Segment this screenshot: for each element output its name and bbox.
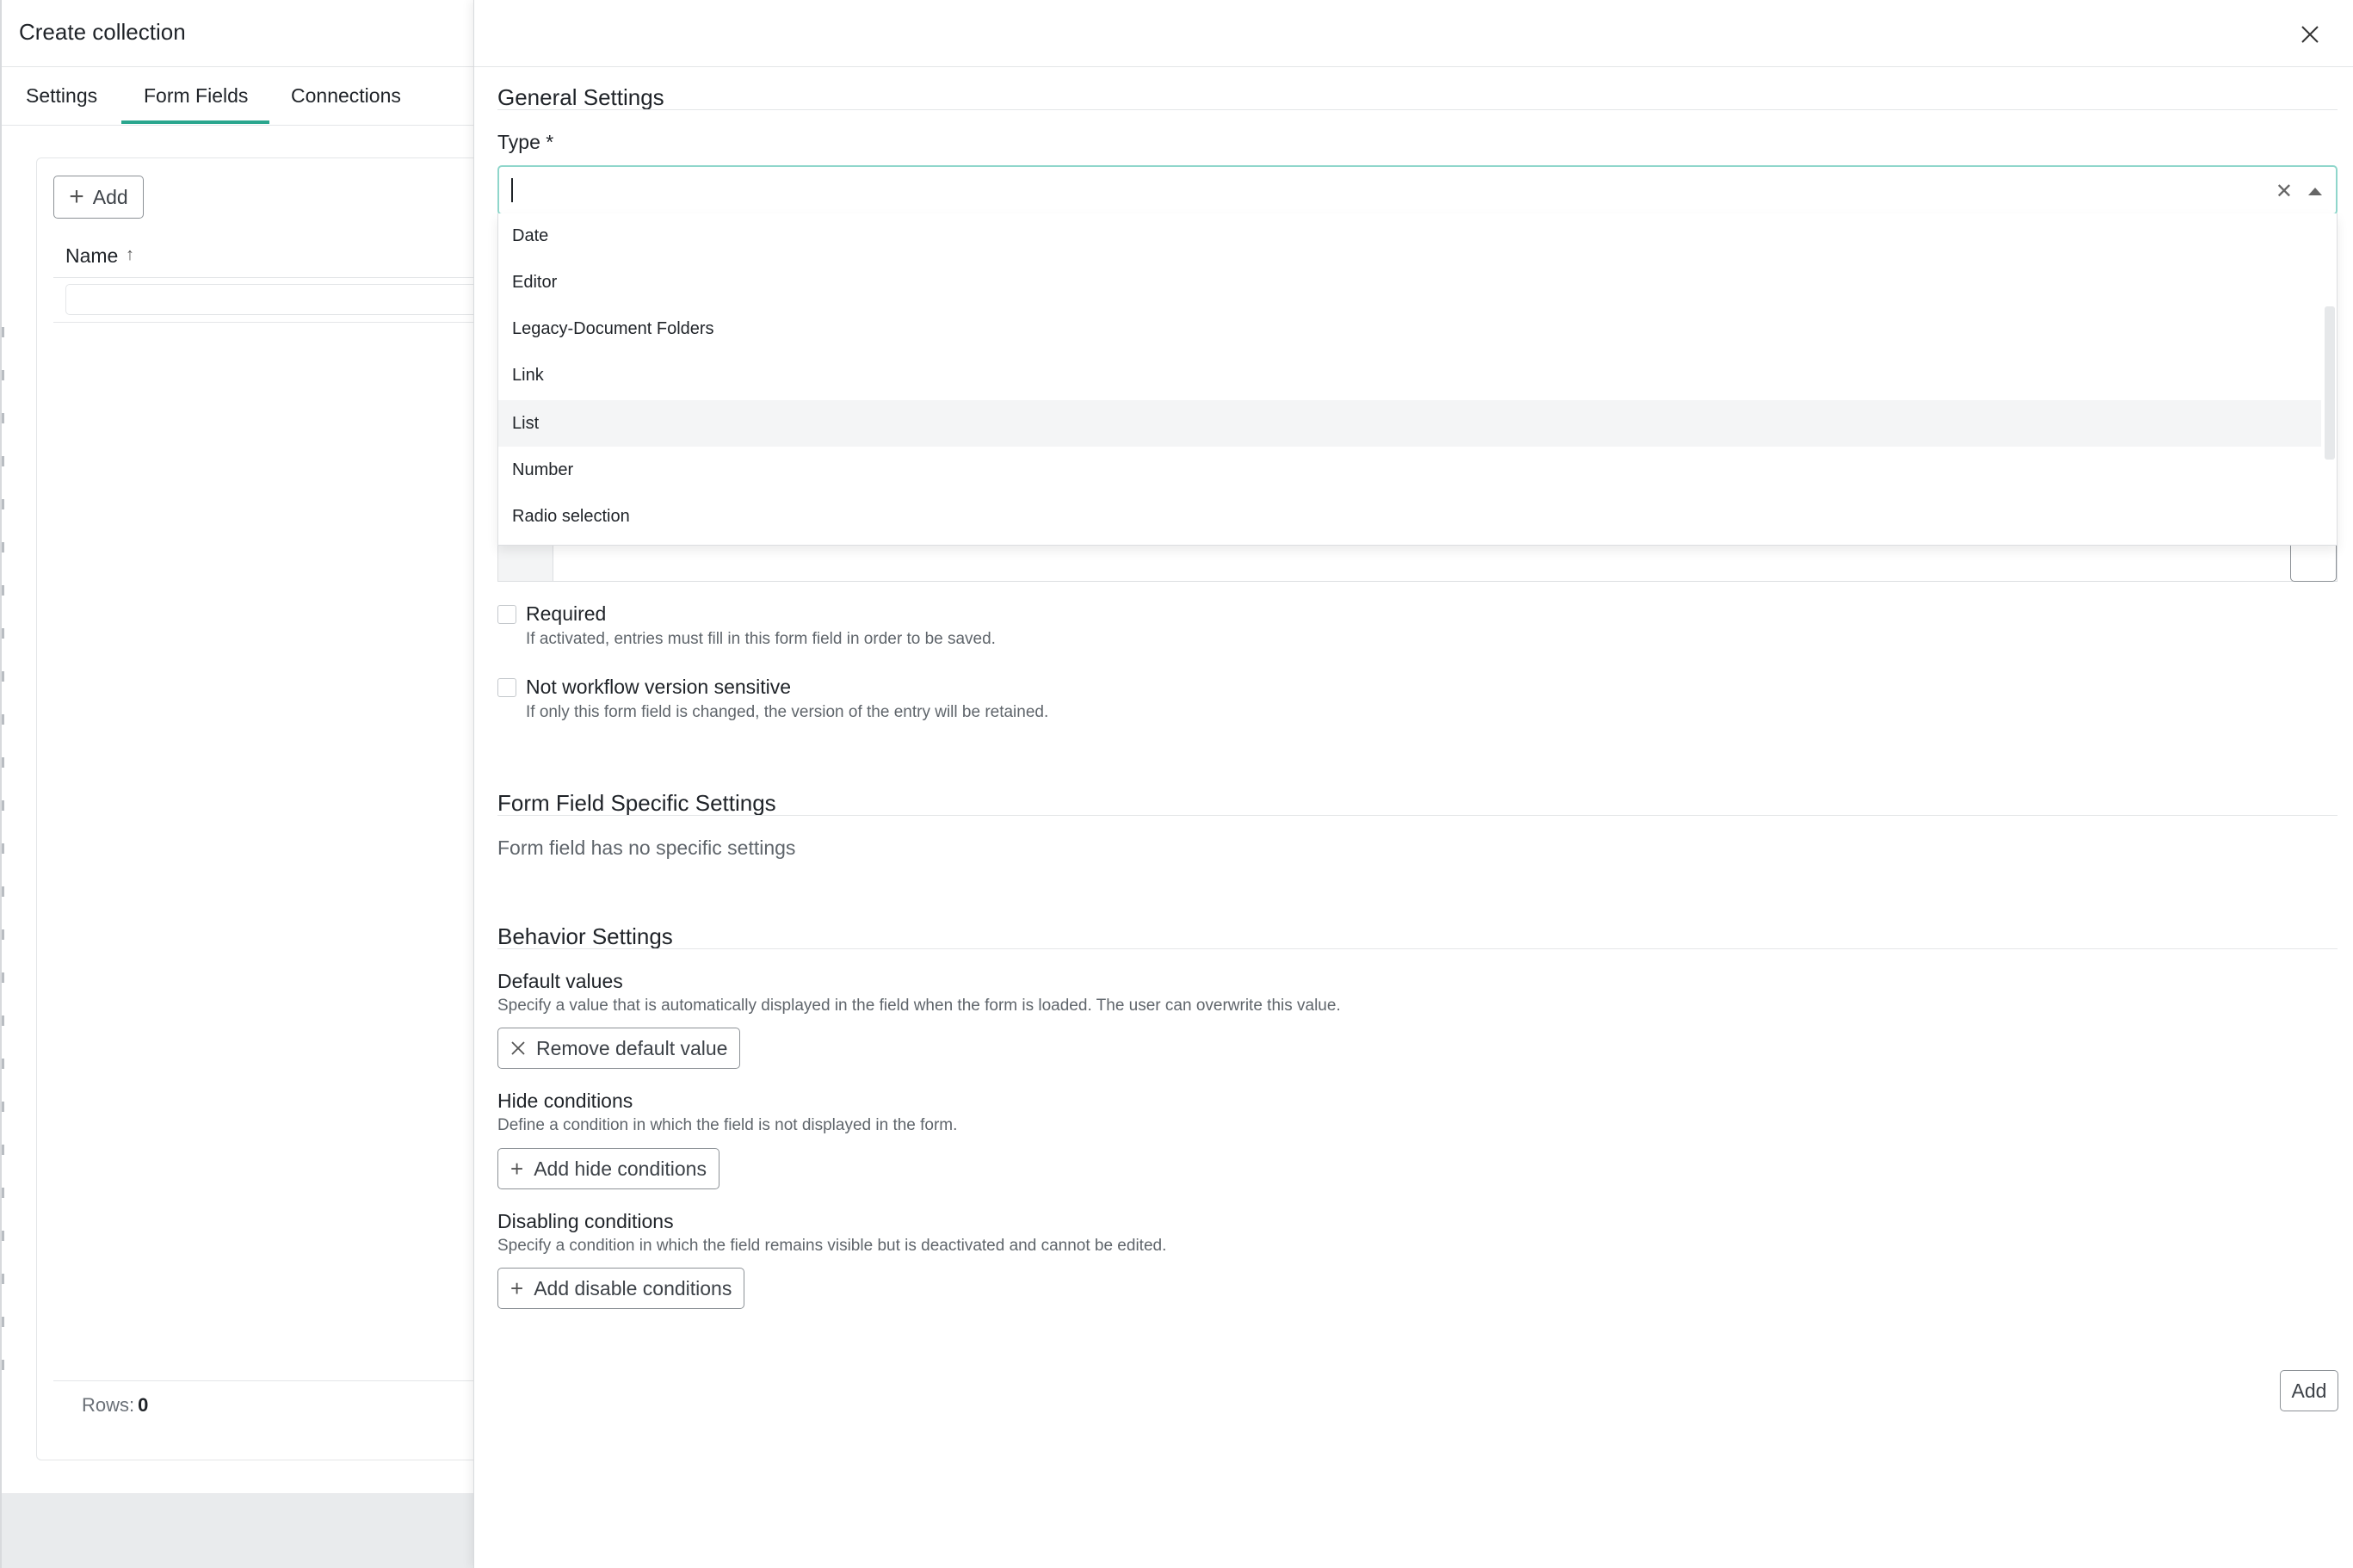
not-workflow-checkbox[interactable] xyxy=(497,678,516,697)
sort-ascending-icon[interactable]: ↑ xyxy=(126,245,134,265)
background-page: Create collection Settings Form Fields C… xyxy=(0,0,501,1568)
input-action-button[interactable] xyxy=(2290,540,2337,582)
close-button[interactable] xyxy=(2293,17,2327,52)
specific-settings-title: Form Field Specific Settings xyxy=(497,790,776,816)
dropdown-scrollbar[interactable] xyxy=(2321,213,2337,545)
rows-value: 0 xyxy=(138,1394,149,1416)
divider xyxy=(497,109,2338,110)
rows-count: Rows: 0 xyxy=(82,1394,148,1417)
divider xyxy=(53,322,484,323)
tab-connections[interactable]: Connections xyxy=(291,84,401,108)
divider xyxy=(497,815,2338,816)
general-settings-title: General Settings xyxy=(497,84,664,110)
option-link[interactable]: Link xyxy=(498,352,2323,398)
option-list[interactable]: List xyxy=(498,400,2323,447)
add-field-label: Add xyxy=(92,185,128,208)
divider xyxy=(53,1380,484,1381)
add-field-button[interactable]: + Add xyxy=(53,176,144,219)
scrollbar-thumb[interactable] xyxy=(2325,306,2335,460)
option-radio-selection[interactable]: Radio selection xyxy=(498,493,2323,540)
required-help: If activated, entries must fill in this … xyxy=(526,630,996,648)
type-select-input[interactable]: ✕ xyxy=(497,165,2338,215)
required-checkbox[interactable] xyxy=(497,605,516,624)
type-label: Type * xyxy=(497,131,554,153)
tab-settings[interactable]: Settings xyxy=(26,84,97,108)
page-footer xyxy=(2,1493,484,1568)
option-number[interactable]: Number xyxy=(498,447,2323,493)
not-workflow-help: If only this form field is changed, the … xyxy=(526,703,1049,721)
default-values-label: Default values xyxy=(497,970,623,992)
text-caret xyxy=(511,178,513,202)
remove-default-value-label: Remove default value xyxy=(536,1036,728,1059)
active-tab-indicator xyxy=(121,120,269,124)
hide-conditions-help: Define a condition in which the field is… xyxy=(497,1116,958,1134)
tab-form-fields[interactable]: Form Fields xyxy=(144,84,248,108)
plus-icon: + xyxy=(69,182,84,211)
form-fields-card xyxy=(36,157,501,1460)
divider xyxy=(53,277,484,278)
add-disable-conditions-button[interactable]: + Add disable conditions xyxy=(497,1268,745,1309)
rows-label: Rows: xyxy=(82,1394,135,1416)
option-legacy-document-folders[interactable]: Legacy-Document Folders xyxy=(498,306,2323,352)
partially-hidden-input[interactable] xyxy=(497,540,2338,582)
create-field-drawer: General Settings Type * ✕ Date Editor Le… xyxy=(473,0,2353,1568)
plus-icon: + xyxy=(510,1156,524,1182)
close-icon xyxy=(510,1040,526,1056)
chevron-up-icon[interactable] xyxy=(2308,188,2322,195)
remove-default-value-button[interactable]: Remove default value xyxy=(497,1028,741,1069)
page-title: Create collection xyxy=(19,19,186,45)
name-filter-input[interactable] xyxy=(65,284,487,315)
input-prefix xyxy=(498,546,553,581)
edge-marks xyxy=(2,327,5,1446)
divider xyxy=(497,948,2338,949)
no-specific-settings-text: Form field has no specific settings xyxy=(497,836,796,859)
required-label[interactable]: Required xyxy=(526,602,606,626)
add-hide-conditions-label: Add hide conditions xyxy=(534,1157,707,1180)
behavior-settings-title: Behavior Settings xyxy=(497,923,673,949)
column-header-name[interactable]: Name xyxy=(65,244,118,268)
close-icon xyxy=(2301,26,2319,43)
tab-bar: Settings Form Fields Connections xyxy=(2,67,484,126)
add-disable-conditions-label: Add disable conditions xyxy=(534,1276,732,1299)
submit-add-button[interactable]: Add xyxy=(2280,1370,2338,1411)
disabling-conditions-help: Specify a condition in which the field r… xyxy=(497,1237,1167,1255)
option-editor[interactable]: Editor xyxy=(498,259,2323,306)
add-hide-conditions-button[interactable]: + Add hide conditions xyxy=(497,1148,719,1189)
not-workflow-label[interactable]: Not workflow version sensitive xyxy=(526,676,791,699)
type-dropdown-list: Date Editor Legacy-Document Folders Link… xyxy=(497,213,2338,546)
plus-icon: + xyxy=(510,1275,524,1301)
option-date[interactable]: Date xyxy=(498,213,2323,259)
clear-icon[interactable]: ✕ xyxy=(2276,179,2293,204)
disabling-conditions-label: Disabling conditions xyxy=(497,1210,674,1232)
divider xyxy=(474,66,2353,67)
default-values-help: Specify a value that is automatically di… xyxy=(497,997,1341,1015)
hide-conditions-label: Hide conditions xyxy=(497,1090,633,1112)
